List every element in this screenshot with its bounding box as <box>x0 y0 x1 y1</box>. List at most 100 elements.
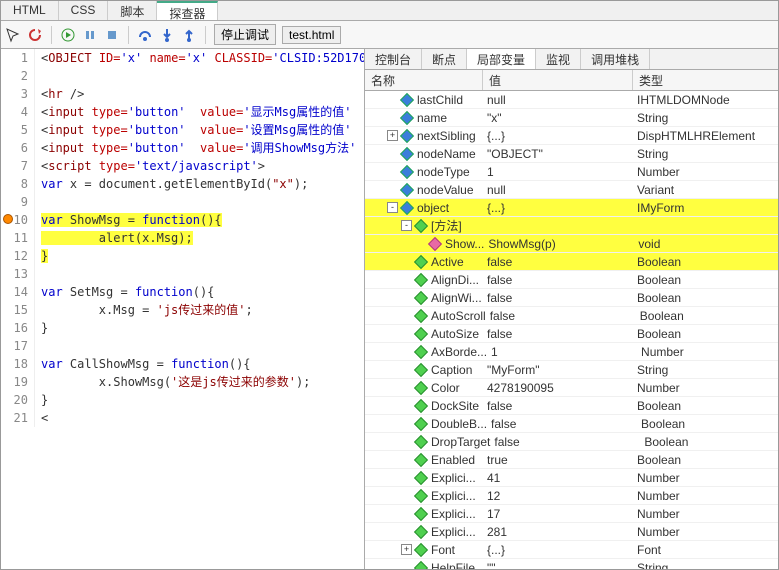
code-text <box>35 265 364 283</box>
play-icon[interactable] <box>60 27 76 43</box>
property-row[interactable]: nodeType1Number <box>365 163 778 181</box>
pause-icon[interactable] <box>82 27 98 43</box>
property-row[interactable]: nodeName"OBJECT"String <box>365 145 778 163</box>
property-row[interactable]: Color4278190095Number <box>365 379 778 397</box>
code-line[interactable]: 6<input type='button' value='调用ShowMsg方法… <box>1 139 364 157</box>
property-row[interactable]: HelpFile""String <box>365 559 778 569</box>
tab-script[interactable]: 脚本 <box>108 1 157 20</box>
property-row[interactable]: Explici...12Number <box>365 487 778 505</box>
property-row[interactable]: +Font{...}Font <box>365 541 778 559</box>
code-line[interactable]: 11 alert(x.Msg); <box>1 229 364 247</box>
refresh-icon[interactable] <box>27 27 43 43</box>
property-name: nodeValue <box>417 183 474 197</box>
property-value: true <box>483 453 633 467</box>
property-type: Number <box>633 381 778 395</box>
property-row[interactable]: DropTargetfalseBoolean <box>365 433 778 451</box>
property-row[interactable]: EnabledtrueBoolean <box>365 451 778 469</box>
code-line[interactable]: 7<script type='text/javascript'> <box>1 157 364 175</box>
expander-icon[interactable]: + <box>401 544 412 555</box>
property-row[interactable]: name"x"String <box>365 109 778 127</box>
line-number: 16 <box>1 319 35 337</box>
code-line[interactable]: 4<input type='button' value='显示Msg属性的值' … <box>1 103 364 121</box>
code-line[interactable]: 17 <box>1 337 364 355</box>
property-row[interactable]: Explici...281Number <box>365 523 778 541</box>
code-line[interactable]: 21< <box>1 409 364 427</box>
line-number: 6 <box>1 139 35 157</box>
code-line[interactable]: 5<input type='button' value='设置Msg属性的值' … <box>1 121 364 139</box>
code-line[interactable]: 16} <box>1 319 364 337</box>
tab-html[interactable]: HTML <box>1 1 59 20</box>
property-icon <box>400 182 414 196</box>
code-line[interactable]: 20} <box>1 391 364 409</box>
tab-inspector[interactable]: 探查器 <box>157 1 218 20</box>
line-number: 21 <box>1 409 35 427</box>
property-row[interactable]: AutoScrollfalseBoolean <box>365 307 778 325</box>
property-row[interactable]: ActivefalseBoolean <box>365 253 778 271</box>
property-row[interactable]: -object{...}IMyForm <box>365 199 778 217</box>
property-row[interactable]: Explici...41Number <box>365 469 778 487</box>
header-value[interactable]: 值 <box>483 70 633 90</box>
tab-locals[interactable]: 局部变量 <box>467 49 536 69</box>
property-row[interactable]: DoubleB...falseBoolean <box>365 415 778 433</box>
pointer-icon[interactable] <box>5 27 21 43</box>
property-row[interactable]: Explici...17Number <box>365 505 778 523</box>
property-value: false <box>483 399 633 413</box>
step-over-icon[interactable] <box>137 27 153 43</box>
expander-icon[interactable]: - <box>401 220 412 231</box>
property-icon <box>414 254 428 268</box>
property-row[interactable]: AlignDi...falseBoolean <box>365 271 778 289</box>
breakpoint-icon[interactable] <box>3 214 13 224</box>
property-type: Number <box>633 507 778 521</box>
property-row[interactable]: Caption"MyForm"String <box>365 361 778 379</box>
property-value: false <box>483 291 633 305</box>
property-row[interactable]: DockSitefalseBoolean <box>365 397 778 415</box>
code-line[interactable]: 9 <box>1 193 364 211</box>
code-line[interactable]: 14var SetMsg = function(){ <box>1 283 364 301</box>
file-button[interactable]: test.html <box>282 26 341 44</box>
code-line[interactable]: 3<hr /> <box>1 85 364 103</box>
code-text: } <box>35 391 364 409</box>
property-row[interactable]: +nextSibling{...}DispHTMLHRElement <box>365 127 778 145</box>
property-row[interactable]: AutoSizefalseBoolean <box>365 325 778 343</box>
tab-css[interactable]: CSS <box>59 1 109 20</box>
property-icon <box>414 416 428 430</box>
property-row[interactable]: nodeValuenullVariant <box>365 181 778 199</box>
property-value: 41 <box>483 471 633 485</box>
expander-icon[interactable]: + <box>387 130 398 141</box>
property-row[interactable]: -[方法] <box>365 217 778 235</box>
code-line[interactable]: 8var x = document.getElementById("x"); <box>1 175 364 193</box>
code-editor[interactable]: 1<OBJECT ID='x' name='x' CLASSID='CLSID:… <box>1 49 364 569</box>
code-line[interactable]: 2 <box>1 67 364 85</box>
step-out-icon[interactable] <box>181 27 197 43</box>
tab-callstack[interactable]: 调用堆栈 <box>581 49 650 69</box>
property-icon <box>414 398 428 412</box>
code-text: alert(x.Msg); <box>35 229 364 247</box>
property-body[interactable]: lastChildnullIHTMLDOMNodename"x"String+n… <box>365 91 778 569</box>
line-number: 9 <box>1 193 35 211</box>
property-value: false <box>483 327 633 341</box>
property-row[interactable]: Show...ShowMsg(p)void <box>365 235 778 253</box>
property-row[interactable]: lastChildnullIHTMLDOMNode <box>365 91 778 109</box>
code-line[interactable]: 1<OBJECT ID='x' name='x' CLASSID='CLSID:… <box>1 49 364 67</box>
code-line[interactable]: 19 x.ShowMsg('这是js传过来的参数'); <box>1 373 364 391</box>
tab-watch[interactable]: 监视 <box>536 49 581 69</box>
line-number: 7 <box>1 157 35 175</box>
property-name: Color <box>431 381 460 395</box>
tab-breakpoints[interactable]: 断点 <box>422 49 467 69</box>
property-row[interactable]: AlignWi...falseBoolean <box>365 289 778 307</box>
code-line[interactable]: 15 x.Msg = 'js传过来的值'; <box>1 301 364 319</box>
code-line[interactable]: 10var ShowMsg = function(){ <box>1 211 364 229</box>
stop-icon[interactable] <box>104 27 120 43</box>
stop-debug-button[interactable]: 停止调试 <box>214 24 276 45</box>
header-type[interactable]: 类型 <box>633 70 778 90</box>
tab-console[interactable]: 控制台 <box>365 49 422 69</box>
step-into-icon[interactable] <box>159 27 175 43</box>
property-icon <box>414 290 428 304</box>
header-name[interactable]: 名称 <box>365 70 483 90</box>
property-name: AutoScroll <box>431 309 486 323</box>
code-line[interactable]: 18var CallShowMsg = function(){ <box>1 355 364 373</box>
code-line[interactable]: 12} <box>1 247 364 265</box>
expander-icon[interactable]: - <box>387 202 398 213</box>
code-line[interactable]: 13 <box>1 265 364 283</box>
property-row[interactable]: AxBorde...1Number <box>365 343 778 361</box>
